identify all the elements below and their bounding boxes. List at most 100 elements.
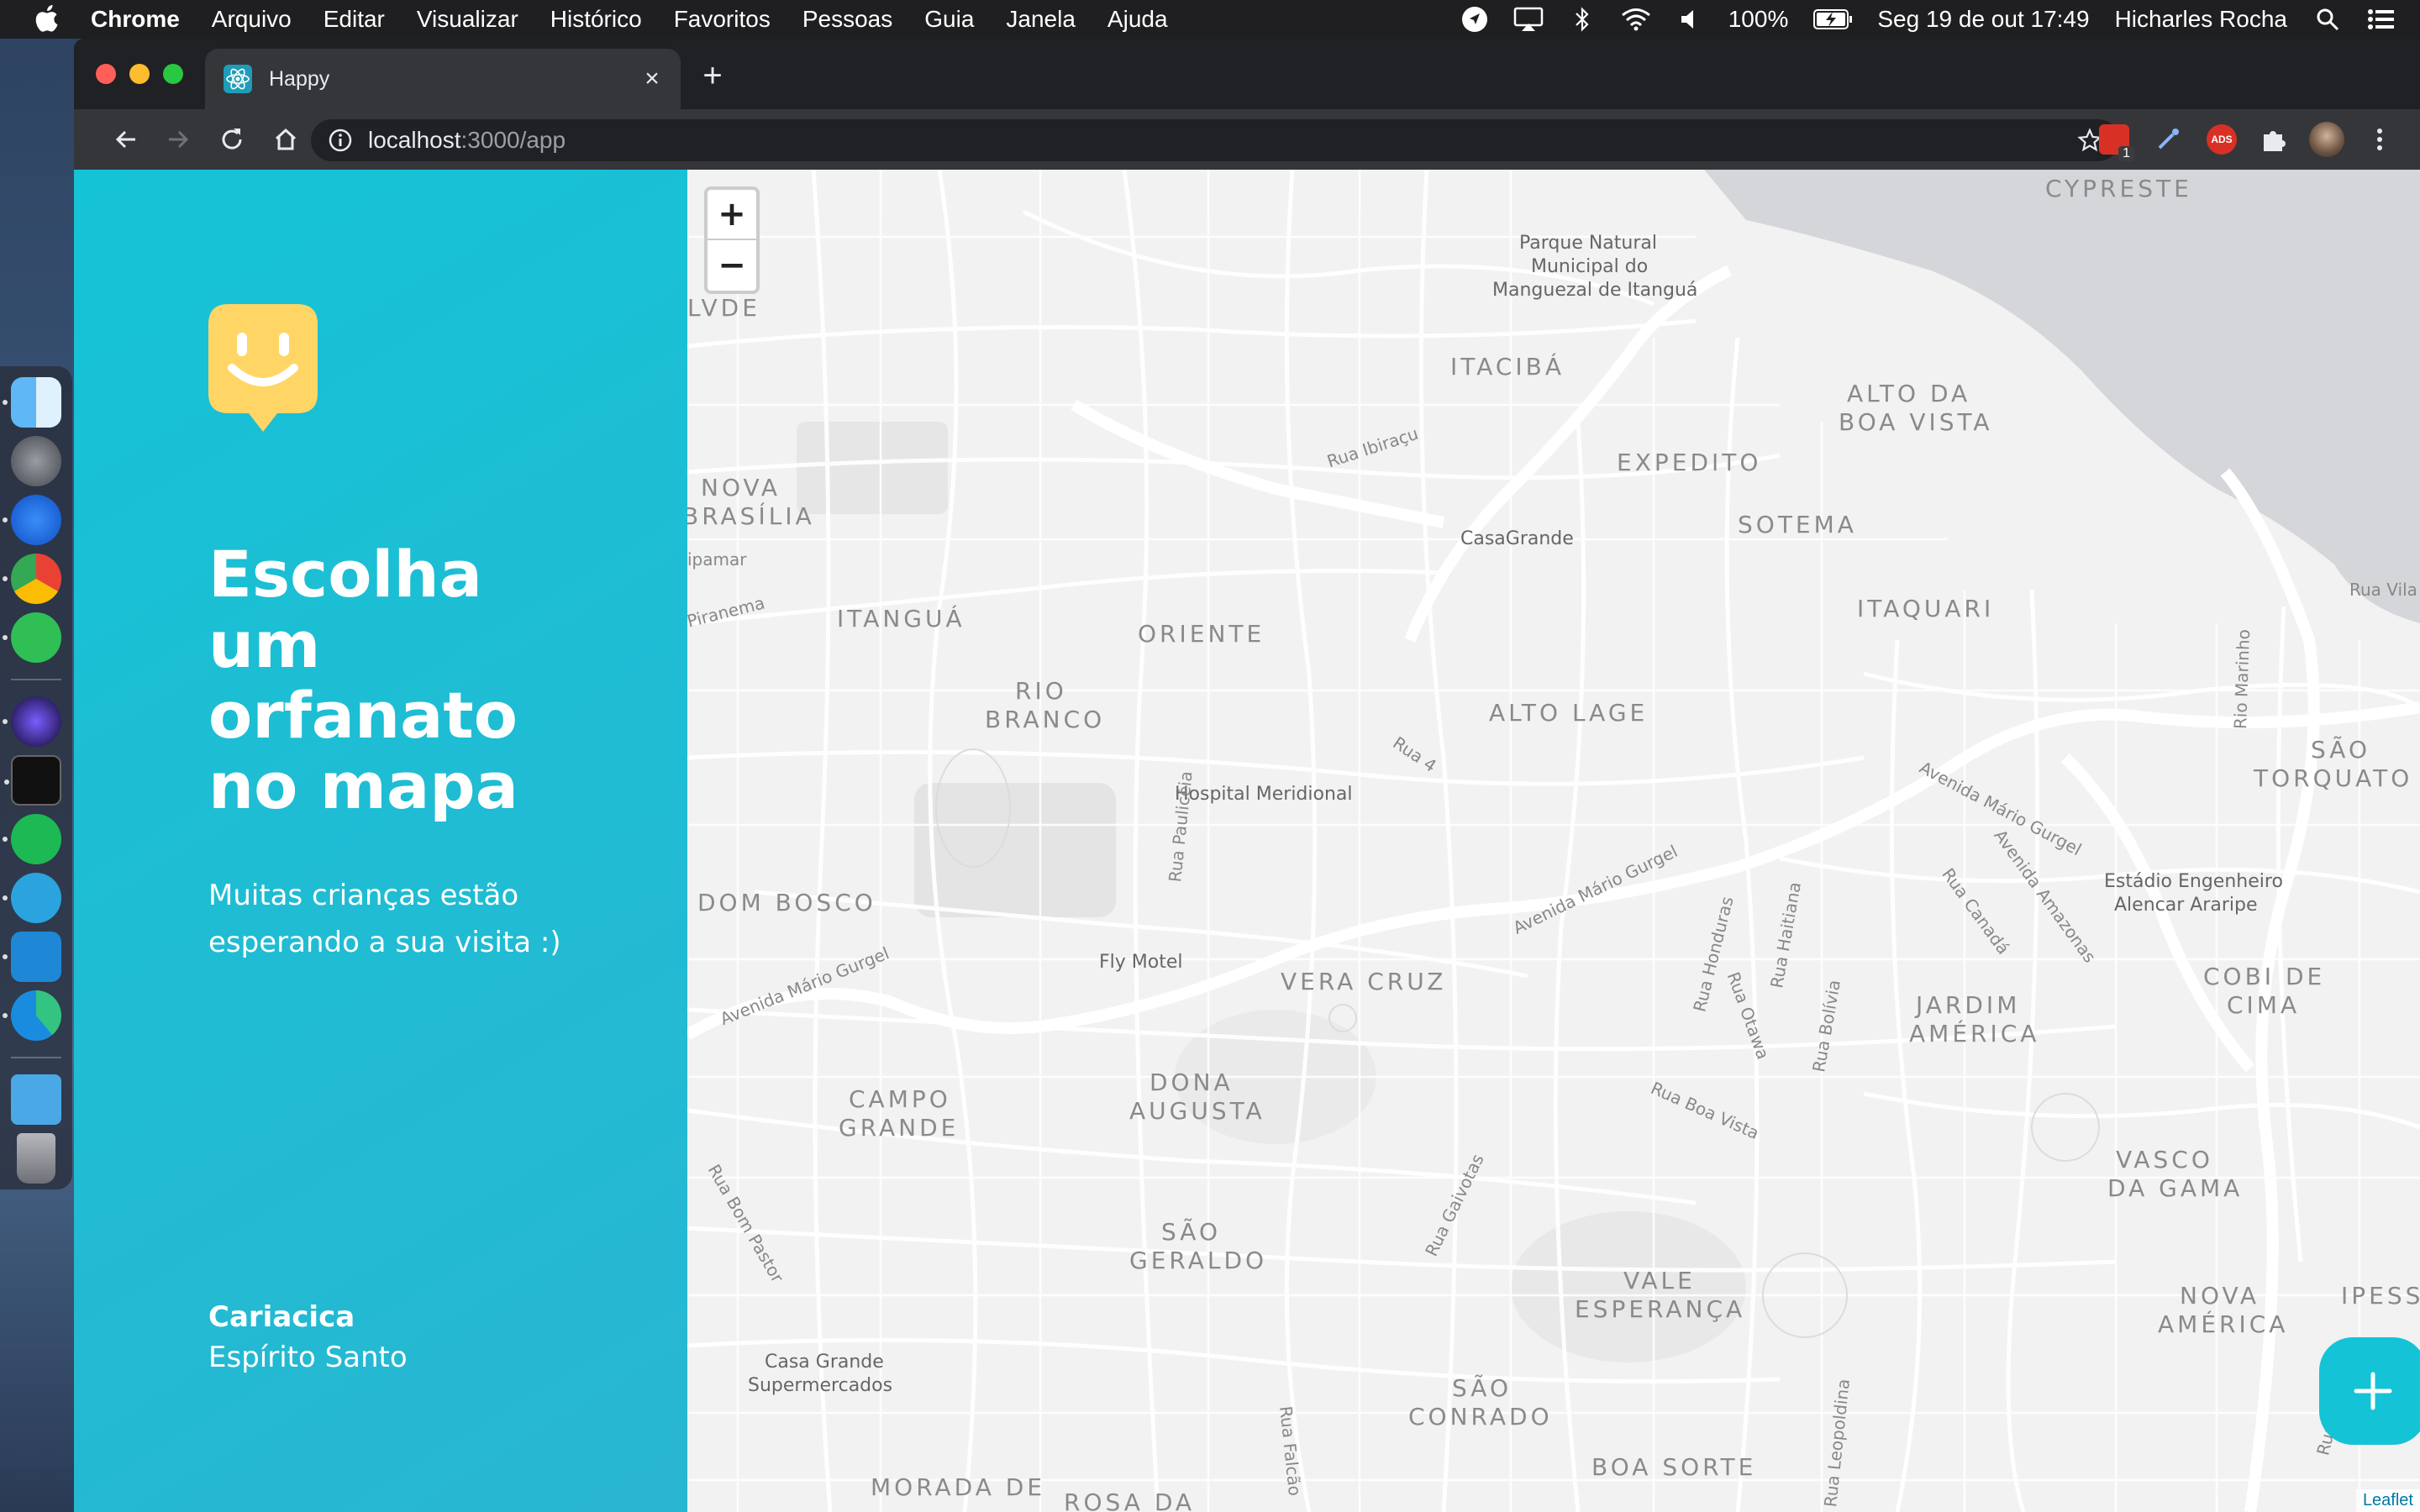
kebab-menu-icon[interactable] <box>2365 124 2395 155</box>
downloads-folder-icon[interactable] <box>11 1074 61 1125</box>
minimize-window-button[interactable] <box>129 64 150 84</box>
location-arrow-icon[interactable] <box>1460 6 1490 33</box>
airplay-icon[interactable] <box>1513 6 1544 33</box>
map-poi-label: Hospital Meridional <box>1175 784 1353 805</box>
map-district-label: DOM BOSCO <box>697 889 876 916</box>
address-bar[interactable]: localhost:3000/app <box>311 119 2119 161</box>
map-district-label: SOTEMA <box>1738 511 1857 538</box>
new-tab-icon[interactable]: + <box>696 59 729 94</box>
map-district-label: VASCO <box>2116 1146 2213 1173</box>
map-district-label: ROSA DA <box>1064 1488 1196 1512</box>
menu-pessoas[interactable]: Pessoas <box>802 6 892 33</box>
url-host: localhost <box>368 127 461 153</box>
whatsapp-icon[interactable] <box>3 612 61 663</box>
map-zoom-control: + − <box>704 186 760 294</box>
map-district-label: CONRADO <box>1408 1403 1553 1431</box>
map-district-label: ALTO DA <box>1847 380 1971 407</box>
map-district-label: TORQUATO <box>2254 764 2413 792</box>
map-district-label: SÃO <box>1161 1218 1221 1246</box>
terminal-icon[interactable] <box>4 755 61 806</box>
location-info: Cariacica Espírito Santo <box>208 1297 408 1378</box>
map-district-label: ALTO LAGE <box>1489 699 1649 727</box>
maximize-window-button[interactable] <box>163 64 183 84</box>
launchpad-icon[interactable] <box>11 436 61 486</box>
map-district-label: AMÉRICA <box>2158 1310 2289 1338</box>
map-district-label: AMÉRICA <box>1909 1020 2040 1047</box>
extension-badge: 1 <box>2118 146 2134 161</box>
url-path: :3000/app <box>460 127 566 153</box>
finder-icon[interactable] <box>3 377 61 428</box>
volume-icon[interactable] <box>1675 6 1705 33</box>
menu-clock[interactable]: Seg 19 de out 17:49 <box>1877 6 2089 33</box>
dock-separator <box>11 679 61 680</box>
chrome-icon[interactable] <box>3 554 61 604</box>
tab-title: Happy <box>269 66 330 91</box>
map-district-label: BOA SORTE <box>1591 1453 1757 1481</box>
back-arrow-icon[interactable] <box>111 124 141 155</box>
map-district-label: SÃO <box>1452 1374 1512 1402</box>
apple-icon[interactable] <box>35 5 60 34</box>
headline-line-1: Escolha <box>208 537 482 612</box>
menu-editar[interactable]: Editar <box>324 6 385 33</box>
bluetooth-icon[interactable] <box>1567 6 1597 33</box>
headline-line-4: no mapa <box>208 748 518 823</box>
edge-icon[interactable] <box>3 990 61 1041</box>
menu-arquivo[interactable]: Arquivo <box>212 6 292 33</box>
tab-happy[interactable]: Happy × <box>205 49 681 109</box>
leaflet-map[interactable]: CYPRESTE ITACIBÁ ALTO DA BOA VISTA EXPED… <box>687 170 2420 1512</box>
zoom-out-button[interactable]: − <box>708 240 756 291</box>
map-street-label: Rua Vila <box>2349 580 2417 600</box>
trash-icon[interactable] <box>17 1133 55 1184</box>
location-city: Cariacica <box>208 1300 355 1334</box>
map-district-label: ORIENTE <box>1138 620 1265 648</box>
menu-app-name[interactable]: Chrome <box>91 6 180 33</box>
menu-visualizar[interactable]: Visualizar <box>417 6 518 33</box>
forward-arrow-icon[interactable] <box>163 124 193 155</box>
headline-line-2: um <box>208 607 321 682</box>
site-info-icon[interactable] <box>328 128 353 153</box>
macos-dock <box>0 366 72 1189</box>
react-favicon-icon <box>224 65 252 93</box>
close-window-button[interactable] <box>96 64 116 84</box>
leaflet-attribution-link[interactable]: Leaflet <box>2355 1489 2420 1512</box>
dock-separator-2 <box>11 1057 61 1058</box>
hyper-terminal-icon[interactable] <box>3 696 61 747</box>
menu-status-area: 100% Seg 19 de out 17:49 Hicharles Rocha <box>1460 0 2420 39</box>
spark-mail-icon[interactable] <box>3 495 61 545</box>
extension-red-icon[interactable]: 1 <box>2099 124 2134 161</box>
menu-ajuda[interactable]: Ajuda <box>1107 6 1168 33</box>
close-tab-icon[interactable]: × <box>639 66 666 92</box>
map-district-label: MORADA DE <box>871 1473 1046 1501</box>
menu-user-name[interactable]: Hicharles Rocha <box>2115 6 2287 33</box>
menu-favoritos[interactable]: Favoritos <box>674 6 771 33</box>
wifi-icon[interactable] <box>1621 6 1651 33</box>
spotlight-search-icon[interactable] <box>2312 6 2343 33</box>
map-district-label: BRASÍLIA <box>687 502 815 530</box>
reload-icon[interactable] <box>217 124 247 155</box>
map-district-label: GRANDE <box>839 1114 960 1142</box>
happy-logo-icon <box>208 304 318 432</box>
battery-charging-icon[interactable] <box>1813 6 1854 33</box>
battery-percentage: 100% <box>1728 6 1789 32</box>
map-district-label: CYPRESTE <box>2045 175 2192 202</box>
home-icon[interactable] <box>271 124 301 155</box>
eyedropper-extension-icon[interactable] <box>2153 124 2183 155</box>
extensions-puzzle-icon[interactable] <box>2259 124 2289 155</box>
map-district-label: BRANCO <box>985 706 1106 733</box>
menu-janela[interactable]: Janela <box>1006 6 1076 33</box>
vscode-icon[interactable] <box>3 932 61 982</box>
spotify-icon[interactable] <box>3 814 61 864</box>
menu-historico[interactable]: Histórico <box>550 6 642 33</box>
map-district-label: ITAQUARI <box>1857 595 1995 622</box>
add-orphanage-button[interactable] <box>2319 1337 2420 1445</box>
plus-icon <box>2354 1372 2392 1410</box>
zoom-in-button[interactable]: + <box>708 190 756 240</box>
map-district-label: IPESSA <box>2341 1282 2420 1310</box>
map-district-label: VERA CRUZ <box>1281 968 1447 995</box>
control-center-icon[interactable] <box>2366 6 2396 33</box>
browser-window: Happy × + localhost:3000/app 1 ADS Esco… <box>74 39 2420 1512</box>
adblock-extension-icon[interactable]: ADS <box>2207 124 2237 155</box>
telegram-icon[interactable] <box>3 873 61 923</box>
menu-guia[interactable]: Guia <box>924 6 974 33</box>
profile-avatar[interactable] <box>2309 122 2344 157</box>
